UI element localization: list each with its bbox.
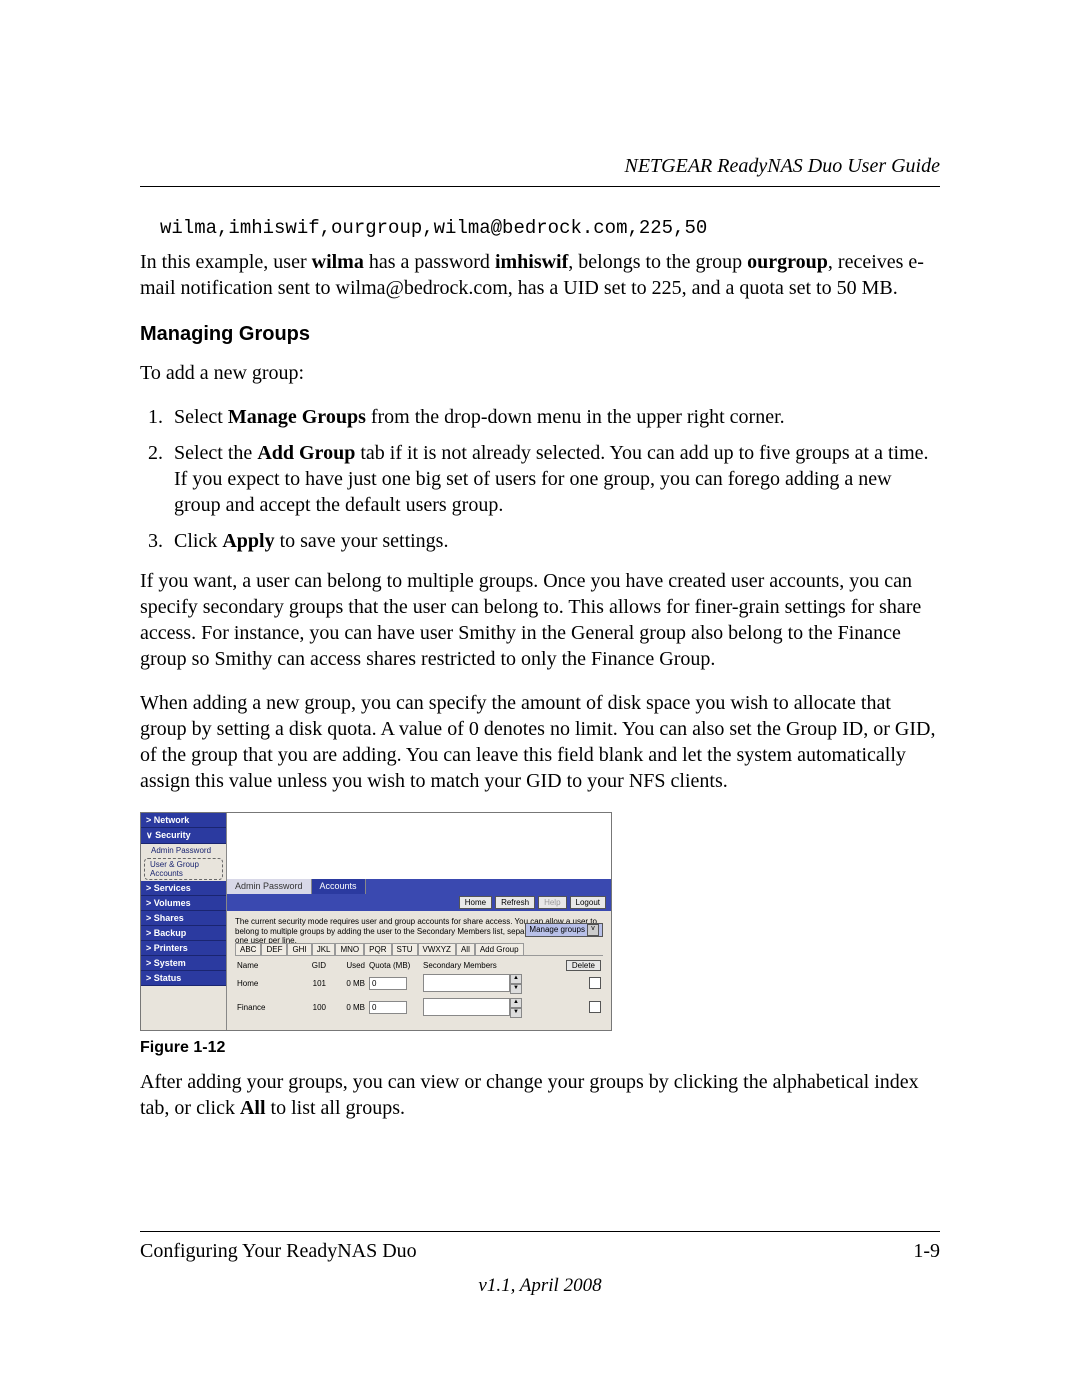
nav-backup[interactable]: > Backup (141, 926, 226, 941)
step-2: Select the Add Group tab if it is not al… (168, 440, 940, 518)
alpha-jkl[interactable]: JKL (312, 943, 336, 955)
col-gid: GID (294, 959, 328, 972)
logout-button[interactable]: Logout (570, 896, 606, 909)
section-heading: Managing Groups (140, 323, 940, 346)
nav-user-group-accounts[interactable]: User & Group Accounts (144, 858, 223, 880)
tab-accounts[interactable]: Accounts (312, 879, 366, 894)
alpha-all[interactable]: All (456, 943, 475, 955)
footer-page-number: 1-9 (913, 1240, 940, 1263)
intro-text: To add a new group: (140, 360, 940, 386)
alpha-abc[interactable]: ABC (235, 943, 261, 955)
col-name: Name (235, 959, 294, 972)
page-header-title: NETGEAR ReadyNAS Duo User Guide (140, 155, 940, 178)
alpha-ghi[interactable]: GHI (287, 943, 311, 955)
tab-admin-password[interactable]: Admin Password (227, 879, 312, 894)
toolbar: Home Refresh Help Logout (227, 894, 611, 911)
alpha-mno[interactable]: MNO (335, 943, 364, 955)
row-name: Finance (235, 1001, 294, 1014)
row-used: 0 MB (328, 1001, 367, 1014)
code-sample: wilma,imhiswif,ourgroup,wilma@bedrock.co… (160, 217, 940, 239)
step-1: Select Manage Groups from the drop-down … (168, 404, 940, 430)
chevron-down-icon[interactable]: v (587, 924, 599, 936)
alpha-pqr[interactable]: PQR (364, 943, 391, 955)
quota-input[interactable] (369, 1001, 407, 1014)
example-paragraph: In this example, user wilma has a passwo… (140, 249, 940, 301)
col-members: Secondary Members (421, 959, 535, 972)
scroll-down-icon[interactable]: ▼ (510, 984, 522, 994)
scroll-up-icon[interactable]: ▲ (510, 974, 522, 984)
alpha-stu[interactable]: STU (392, 943, 418, 955)
nav-admin-password[interactable]: Admin Password (141, 844, 226, 857)
quota-input[interactable] (369, 977, 407, 990)
delete-header-button[interactable]: Delete (566, 960, 601, 971)
paragraph-disk-quota: When adding a new group, you can specify… (140, 690, 940, 794)
nav-network[interactable]: > Network (141, 813, 226, 828)
sidebar: > Network ∨ Security Admin Password User… (141, 813, 227, 1030)
col-used: Used (328, 959, 367, 972)
refresh-button[interactable]: Refresh (495, 896, 535, 909)
table-header: Name GID Used Quota (MB) Secondary Membe… (235, 959, 603, 972)
members-textarea[interactable] (423, 998, 510, 1016)
paragraph-after-figure: After adding your groups, you can view o… (140, 1069, 940, 1121)
col-delete: Delete (535, 959, 603, 972)
row-gid: 100 (294, 1001, 328, 1014)
footer-version: v1.1, April 2008 (140, 1275, 940, 1297)
nav-status[interactable]: > Status (141, 971, 226, 986)
table-row: Finance 100 0 MB ▲▼ (235, 996, 603, 1020)
figure-caption: Figure 1-12 (140, 1039, 940, 1057)
alpha-vwxyz[interactable]: VWXYZ (418, 943, 456, 955)
paragraph-multiple-groups: If you want, a user can belong to multip… (140, 568, 940, 672)
delete-checkbox[interactable] (589, 977, 601, 989)
header-rule (140, 186, 940, 187)
alpha-def[interactable]: DEF (261, 943, 287, 955)
footer-left: Configuring Your ReadyNAS Duo (140, 1240, 417, 1263)
groups-table: Name GID Used Quota (MB) Secondary Membe… (235, 959, 603, 1020)
page-footer: Configuring Your ReadyNAS Duo 1-9 v1.1, … (140, 1231, 940, 1297)
members-textarea[interactable] (423, 974, 510, 992)
scroll-up-icon[interactable]: ▲ (510, 998, 522, 1008)
help-button[interactable]: Help (538, 896, 566, 909)
row-gid: 101 (294, 977, 328, 990)
nav-services[interactable]: > Services (141, 881, 226, 896)
figure-screenshot: > Network ∨ Security Admin Password User… (140, 812, 612, 1031)
alpha-add-group[interactable]: Add Group (475, 943, 524, 955)
nav-printers[interactable]: > Printers (141, 941, 226, 956)
manage-dropdown[interactable]: Manage groups v (525, 923, 603, 937)
tabs-row: Admin Password Accounts (227, 879, 611, 894)
step-3: Click Apply to save your settings. (168, 528, 940, 554)
delete-checkbox[interactable] (589, 1001, 601, 1013)
home-button[interactable]: Home (459, 896, 492, 909)
nav-volumes[interactable]: > Volumes (141, 896, 226, 911)
row-name: Home (235, 977, 294, 990)
col-quota: Quota (MB) (367, 959, 421, 972)
steps-list: Select Manage Groups from the drop-down … (140, 404, 940, 554)
nav-system[interactable]: > System (141, 956, 226, 971)
content-blank (227, 813, 611, 879)
table-row: Home 101 0 MB ▲▼ (235, 972, 603, 996)
nav-security[interactable]: ∨ Security (141, 828, 226, 844)
alpha-tabs: ABC DEF GHI JKL MNO PQR STU VWXYZ All Ad… (235, 943, 603, 956)
row-used: 0 MB (328, 977, 367, 990)
footer-rule (140, 1231, 940, 1232)
nav-shares[interactable]: > Shares (141, 911, 226, 926)
scroll-down-icon[interactable]: ▼ (510, 1008, 522, 1018)
